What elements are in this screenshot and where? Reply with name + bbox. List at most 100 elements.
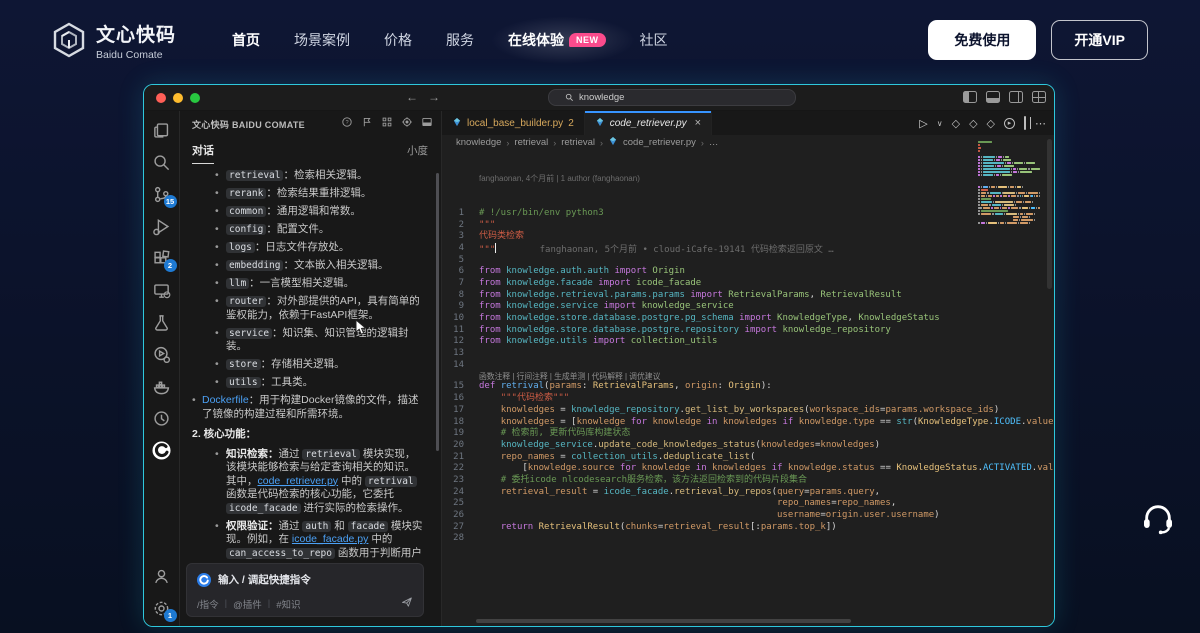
layout-sidebar-left-icon[interactable]	[963, 91, 977, 103]
target-icon[interactable]	[401, 115, 413, 133]
testing-icon[interactable]	[150, 310, 174, 334]
count-badge: 1	[164, 609, 177, 622]
source-control-icon[interactable]: 15	[150, 182, 174, 206]
line-number: 10	[442, 313, 464, 325]
nav-item-pricing[interactable]: 价格	[384, 30, 412, 50]
breadcrumb-item[interactable]: retrieval	[561, 137, 595, 148]
text-span: 和	[331, 520, 347, 532]
close-tab-icon[interactable]: ×	[695, 117, 701, 129]
search-value: knowledge	[579, 92, 624, 103]
apps-icon[interactable]	[381, 115, 393, 133]
file-link[interactable]: icode_facade.py	[292, 533, 368, 545]
sidebar-title: 文心快码 BAIDU COMATE	[192, 118, 305, 131]
count-badge: 2	[164, 259, 177, 272]
run-icon[interactable]: ▷	[919, 117, 927, 130]
text-span: auth	[302, 521, 331, 532]
line-number: 16	[442, 393, 464, 405]
text-span: store	[226, 359, 261, 370]
command-center-search[interactable]: knowledge	[548, 89, 796, 106]
list-item: •llm：一言模型相关逻辑。	[190, 277, 424, 291]
line-number: 28	[442, 533, 464, 545]
layout-panel-bottom-icon[interactable]	[986, 91, 1000, 103]
split-editor-icon[interactable]	[1024, 117, 1026, 129]
code-line: 6from knowledge.auth.auth import Origin	[442, 266, 1054, 278]
layout-panel-icon[interactable]	[421, 115, 433, 133]
support-headset-icon[interactable]	[1138, 498, 1178, 538]
settings-icon[interactable]: 1	[150, 596, 174, 620]
maximize-window-button[interactable]	[190, 93, 200, 103]
chevron-down-icon[interactable]: ∨	[937, 117, 943, 129]
code-line: 8from knowledge.retrieval.params.params …	[442, 290, 1054, 302]
docker-icon[interactable]	[150, 374, 174, 398]
next-change-icon[interactable]: ◇	[987, 117, 995, 130]
file-link[interactable]: Dockerfile	[202, 394, 249, 406]
nav-item-home[interactable]: 首页	[232, 30, 260, 50]
panel-tab-chat[interactable]: 对话	[192, 137, 214, 164]
remote-icon[interactable]	[150, 278, 174, 302]
quick-hint-1[interactable]: @插件	[233, 597, 262, 611]
breadcrumb[interactable]: knowledge›retrieval›retrieval›code_retri…	[442, 135, 1054, 150]
search-icon[interactable]	[150, 150, 174, 174]
file-link[interactable]: code_retriever.py	[258, 475, 339, 487]
breadcrumb-item[interactable]: retrieval	[514, 137, 548, 148]
nav-item-services[interactable]: 服务	[446, 30, 474, 50]
comate-icon	[197, 573, 211, 587]
editor-vertical-scrollbar[interactable]	[1047, 139, 1052, 289]
free-use-button[interactable]: 免费使用	[928, 20, 1036, 60]
history-back-icon[interactable]: ←	[406, 90, 428, 104]
text-span: 通过	[279, 448, 303, 460]
quick-hint-0[interactable]: /指令	[197, 597, 219, 611]
text-span: ：配置文件。	[266, 223, 329, 235]
comate-icon[interactable]	[150, 438, 174, 462]
chat-input-box[interactable]: 输入 / 调起快捷指令 /指令|@插件|#知识	[186, 563, 424, 617]
code-editor[interactable]: fanghaonan, 4个月前 | 1 author (fanghaonan)…	[442, 150, 1054, 626]
logo[interactable]: 文心快码 Baidu Comate	[52, 20, 176, 61]
text-span: common	[226, 206, 266, 217]
sidebar-scrollbar[interactable]	[436, 173, 439, 451]
minimize-window-button[interactable]	[173, 93, 183, 103]
list-item: •store：存储相关逻辑。	[190, 358, 424, 372]
text-span: ：存储相关逻辑。	[261, 358, 345, 370]
minimap[interactable]	[978, 141, 1040, 228]
explorer-icon[interactable]	[150, 118, 174, 142]
send-icon[interactable]	[401, 596, 413, 611]
code-line: 22 [knowledge.source for knowledge in kn…	[442, 463, 1054, 475]
line-number: 6	[442, 266, 464, 278]
line-number: 1	[442, 208, 464, 220]
svg-text:?: ?	[345, 120, 348, 126]
codelens-actions[interactable]: 函数注释 | 行间注释 | 生成单测 | 代码解释 | 调优建议	[479, 371, 1054, 381]
code-line: 27 return RetrievalResult(chunks=retriev…	[442, 522, 1054, 534]
more-icon[interactable]: ⋯	[1035, 117, 1046, 130]
nav-item-online-experience[interactable]: 在线体验NEW	[508, 30, 606, 50]
list-item: •rerank：检索结果重排逻辑。	[190, 187, 424, 201]
feedback-icon[interactable]	[361, 115, 373, 133]
panel-tab-xiaodu[interactable]: 小度	[407, 137, 428, 164]
change-icon[interactable]: ◇	[969, 117, 977, 130]
breadcrumb-file[interactable]: code_retriever.py	[623, 137, 696, 148]
editor-tab-local_base_builder-py[interactable]: local_base_builder.py2	[442, 111, 585, 135]
layout-sidebar-right-icon[interactable]	[1009, 91, 1023, 103]
line-number: 19	[442, 428, 464, 440]
history-forward-icon[interactable]: →	[428, 90, 450, 104]
quick-hint-2[interactable]: #知识	[276, 597, 300, 611]
nav-item-community[interactable]: 社区	[640, 30, 668, 50]
editor-horizontal-scrollbar[interactable]	[476, 619, 851, 623]
breadcrumb-item[interactable]: knowledge	[456, 137, 501, 148]
breadcrumb-tail[interactable]: …	[709, 137, 719, 148]
editor-tab-code_retriever-py[interactable]: code_retriever.py×	[585, 111, 712, 135]
vip-button[interactable]: 开通VIP	[1051, 20, 1148, 60]
account-icon[interactable]	[150, 564, 174, 588]
resource-icon[interactable]	[150, 406, 174, 430]
close-window-button[interactable]	[156, 93, 166, 103]
extensions-icon[interactable]: 2	[150, 246, 174, 270]
list-item: •service：知识集、知识管理的逻辑封装。	[190, 327, 424, 354]
nav-item-cases[interactable]: 场景案例	[294, 30, 350, 50]
run-circle-icon[interactable]: ▸	[1004, 118, 1015, 129]
bullet-icon: •	[215, 295, 219, 309]
question-icon[interactable]: ?	[341, 115, 353, 133]
text-span: retrieval	[302, 449, 359, 460]
run-debug-icon[interactable]	[150, 214, 174, 238]
run-profile-icon[interactable]	[150, 342, 174, 366]
layout-customize-icon[interactable]	[1032, 91, 1046, 103]
prev-change-icon[interactable]: ◇	[952, 117, 960, 130]
